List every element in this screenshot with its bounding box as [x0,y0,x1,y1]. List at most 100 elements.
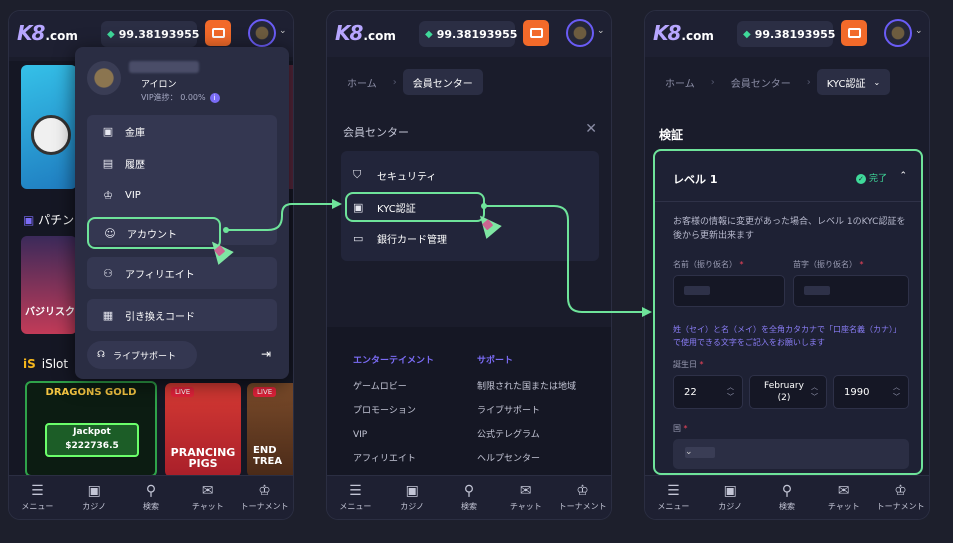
nav-chat[interactable]: ✉ チャット [815,476,872,519]
vip-progress: VIP進捗： 0.00% i [141,92,220,103]
menu-item-bank-card[interactable]: ▭ 銀行カード管理 [353,225,447,251]
footer-link[interactable]: ヘルプセンター [477,453,589,465]
avatar[interactable] [248,19,276,47]
first-name-field[interactable] [673,275,785,307]
stepper-icon: ︿ ﹀ [893,383,900,401]
chevron-right-icon: › [806,76,811,88]
breadcrumb: ホーム › 会員センター › KYC認証 ⌄ [655,67,919,97]
breadcrumb-member-center[interactable]: 会員センター [402,69,483,95]
menu-item-affiliate[interactable]: ⚇ アフィリエイト [87,257,277,289]
wallet-button[interactable] [523,20,549,46]
footer-link[interactable]: ゲームロビー [353,381,463,393]
footer-link[interactable]: 制限された国または地域 [477,381,589,393]
nav-menu[interactable]: ☰ メニュー [9,476,66,519]
balance-selector[interactable]: ◆99.38193955⌄ [737,21,849,47]
id-card-icon: ▣ [353,200,364,214]
bottom-nav: ☰ メニュー ▣ カジノ ⚲ 検索 ✉ チャット ♔ トーナメント [645,475,929,519]
game-card-end-treasure[interactable]: LIVE END TREA [247,383,293,477]
nav-tournament[interactable]: ♔ トーナメント [554,476,611,519]
game-card-basilisk[interactable]: バジリスク [21,236,77,334]
live-badge: LIVE [171,387,195,397]
section-title: 会員センター [343,126,409,139]
avatar[interactable] [884,19,912,47]
dob-day-select[interactable]: 22 ︿ ﹀ [673,375,743,409]
country-select[interactable]: ⌄ [673,439,909,469]
dob-month-select[interactable]: February (2) ︿ ﹀ [749,375,827,409]
footer-link[interactable]: プロモーション [353,405,463,417]
close-icon[interactable]: ✕ [585,121,597,137]
nav-search[interactable]: ⚲ 検索 [441,476,498,519]
chevron-down-icon[interactable]: ⌄ [597,26,605,36]
nav-casino[interactable]: ▣ カジノ [384,476,441,519]
brand-logo[interactable]: K8.com [335,21,396,45]
dob-year-select[interactable]: 1990 ︿ ﹀ [833,375,909,409]
info-icon[interactable]: i [209,93,220,103]
chevron-up-icon[interactable]: ⌃ [899,171,907,181]
menu-item-vip[interactable]: ♔ VIP [87,179,277,211]
footer-link[interactable]: 公式テレグラム [477,429,589,441]
jackpot-display: Jackpot $222736.5 [45,423,139,457]
headset-icon: ☊ [97,350,105,360]
game-card-prancing-pigs[interactable]: LIVE PRANCING PIGS [165,383,241,477]
menu-item-vault[interactable]: ▣ 金庫 [87,115,277,147]
nav-menu[interactable]: ☰ メニュー [645,476,702,519]
hamburger-icon: ☰ [667,482,680,499]
qr-code-icon: ▦ [102,308,114,322]
kyc-level-card: レベル 1 ✓ 完了 ⌃ お客様の情報に変更があった場合、レベル 1のKYC認証を… [653,149,923,475]
wallet-button[interactable] [205,20,231,46]
promo-banner[interactable] [21,65,77,189]
logout-icon[interactable]: ⇥ [261,347,271,361]
first-name-label: 名前（振り仮名） * [673,260,744,269]
menu-item-history[interactable]: ▤ 履歴 [87,147,277,179]
menu-item-account[interactable]: ☺ アカウント [87,217,221,249]
breadcrumb-kyc[interactable]: KYC認証 ⌄ [816,69,891,95]
casino-icon: ▣ [723,482,737,499]
footer-link[interactable]: アフィリエイト [353,453,463,465]
balance-selector[interactable]: ◆99.38193955⌄ [101,21,213,47]
menu-item-security[interactable]: ⛉ セキュリティ [353,162,436,188]
nav-search[interactable]: ⚲ 検索 [123,476,180,519]
balance-selector[interactable]: ◆99.38193955⌄ [419,21,531,47]
menu-item-redeem-code[interactable]: ▦ 引き換えコード [87,299,277,331]
nav-menu[interactable]: ☰ メニュー [327,476,384,519]
diamond-icon: ◆ [743,28,751,40]
footer: エンターテイメント ゲームロビー プロモーション VIP アフィリエイト サポー… [327,327,611,475]
account-dropdown-menu: アイロン VIP進捗： 0.00% i ▣ 金庫 ▤ 履歴 ♔ VIP ☺ アカウント ⚇… [75,47,289,379]
nav-casino[interactable]: ▣ カジノ [66,476,123,519]
section-title-pachinko: ▣ パチン [23,213,75,227]
breadcrumb-member-center[interactable]: 会員センター [721,69,801,95]
breadcrumb-home[interactable]: ホーム [337,69,387,95]
footer-link[interactable]: VIP [353,429,463,441]
nav-casino[interactable]: ▣ カジノ [702,476,759,519]
chat-icon: ✉ [837,482,850,499]
nav-tournament[interactable]: ♔ トーナメント [236,476,293,519]
nav-chat[interactable]: ✉ チャット [497,476,554,519]
breadcrumb-home[interactable]: ホーム [655,69,705,95]
wallet-button[interactable] [841,20,867,46]
menu-item-kyc[interactable]: ▣ KYC認証 [353,194,416,220]
footer-link[interactable]: ライブサポート [477,405,589,417]
user-avatar [87,61,121,95]
last-name-field[interactable] [793,275,909,307]
top-header: K8.com ◆99.38193955⌄ ⌄ [327,11,611,57]
chevron-down-icon[interactable]: ⌄ [279,26,287,36]
nav-search[interactable]: ⚲ 検索 [759,476,816,519]
crown-icon: ♔ [576,482,589,499]
bottom-nav: ☰ メニュー ▣ カジノ ⚲ 検索 ✉ チャット ♔ トーナメント [327,475,611,519]
chevron-down-icon[interactable]: ⌄ [915,26,923,36]
nav-tournament[interactable]: ♔ トーナメント [872,476,929,519]
dob-label: 誕生日 * [673,360,704,369]
avatar[interactable] [566,19,594,47]
diamond-icon: ◆ [107,28,115,40]
search-icon: ⚲ [463,482,475,499]
footer-col-support: サポート 制限された国または地域 ライブサポート 公式テレグラム ヘルプセンター [477,355,589,465]
game-card-dragons-gold[interactable]: DRAGONS GOLD Jackpot $222736.5 [25,381,157,477]
live-support-button[interactable]: ☊ ライブサポート [87,341,197,369]
phone-member-center: K8.com ◆99.38193955⌄ ⌄ ホーム › 会員センター 会員セン… [326,10,612,520]
status-badge: ✓ 完了 [855,171,887,184]
nav-chat[interactable]: ✉ チャット [179,476,236,519]
brand-logo[interactable]: K8.com [17,21,78,45]
search-icon: ⚲ [781,482,793,499]
brand-logo[interactable]: K8.com [653,21,714,45]
casino-icon: ▣ [405,482,419,499]
